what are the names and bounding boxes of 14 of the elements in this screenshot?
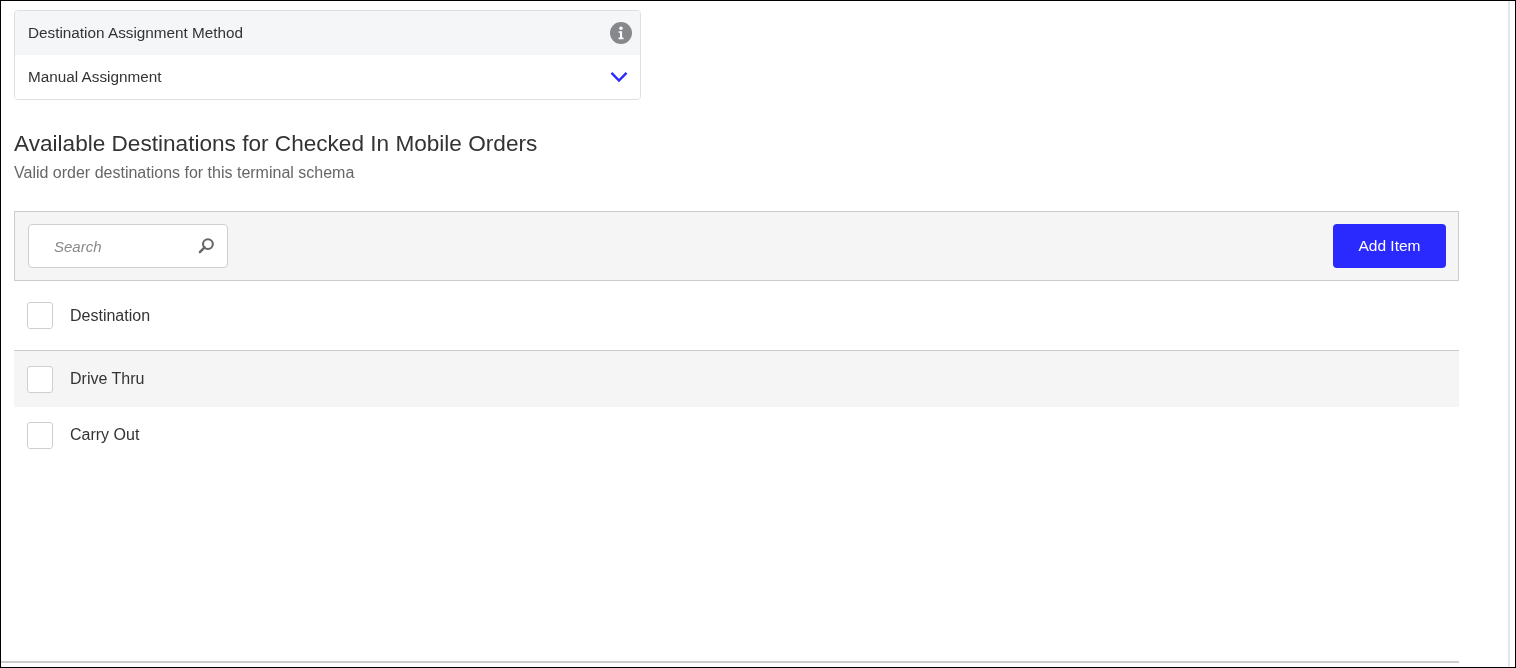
table-cell: Carry Out	[70, 426, 140, 444]
column-header[interactable]: Destination	[70, 306, 151, 325]
select-all-checkbox[interactable]	[27, 302, 53, 329]
row-checkbox[interactable]	[27, 365, 53, 393]
row-checkbox[interactable]	[27, 421, 53, 449]
add-item-button[interactable]: Add Item	[1333, 224, 1446, 268]
search-field[interactable]: Search	[28, 224, 228, 268]
info-icon[interactable]	[610, 22, 632, 44]
chevron-down-icon	[610, 71, 628, 83]
section-title: Available Destinations for Checked In Mobile Orders	[14, 131, 538, 157]
table-cell: Drive Thru	[70, 370, 145, 388]
section-subtitle: Valid order destinations for this terminal schema	[14, 163, 355, 183]
field-label: Destination Assignment Method	[28, 24, 244, 42]
search-icon	[198, 237, 215, 254]
